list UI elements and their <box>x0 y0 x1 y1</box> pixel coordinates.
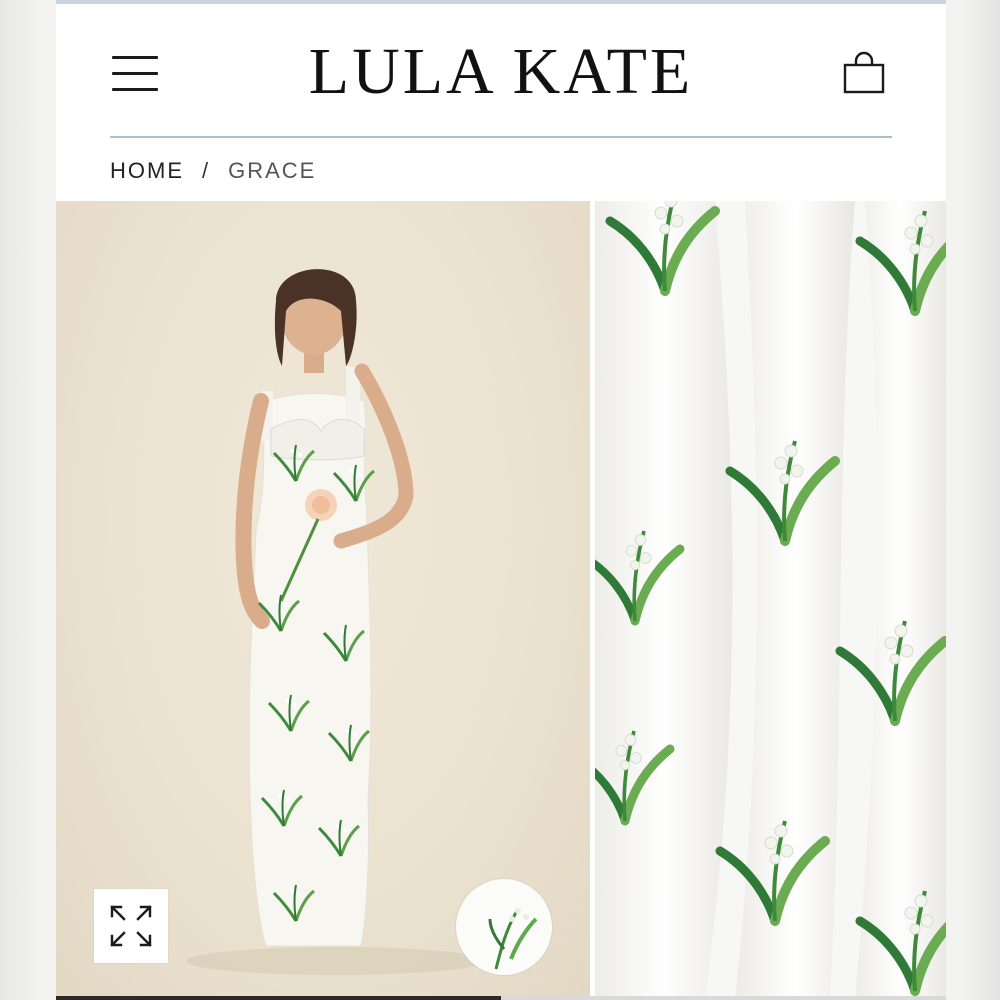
product-page: LULA KATE HOME / GRACE <box>56 0 946 1000</box>
breadcrumb-current: GRACE <box>228 158 317 183</box>
site-header: LULA KATE <box>56 4 946 136</box>
breadcrumb-separator: / <box>202 158 211 183</box>
shopping-bag-icon[interactable] <box>843 50 885 94</box>
brand-logo[interactable]: LULA KATE <box>56 32 946 112</box>
gallery-scrollbar-thumb[interactable] <box>56 996 501 1000</box>
main-product-image[interactable] <box>56 201 590 1000</box>
gallery-scrollbar[interactable] <box>56 996 946 1000</box>
header-divider <box>110 136 892 138</box>
breadcrumb: HOME / GRACE <box>110 156 316 186</box>
breadcrumb-home-link[interactable]: HOME <box>110 158 184 184</box>
product-image-gallery <box>56 201 946 1000</box>
fabric-detail-thumbnail[interactable] <box>456 879 552 975</box>
expand-arrows-icon <box>110 905 152 947</box>
expand-image-button[interactable] <box>94 889 168 963</box>
fabric-detail-image[interactable] <box>595 201 946 1000</box>
